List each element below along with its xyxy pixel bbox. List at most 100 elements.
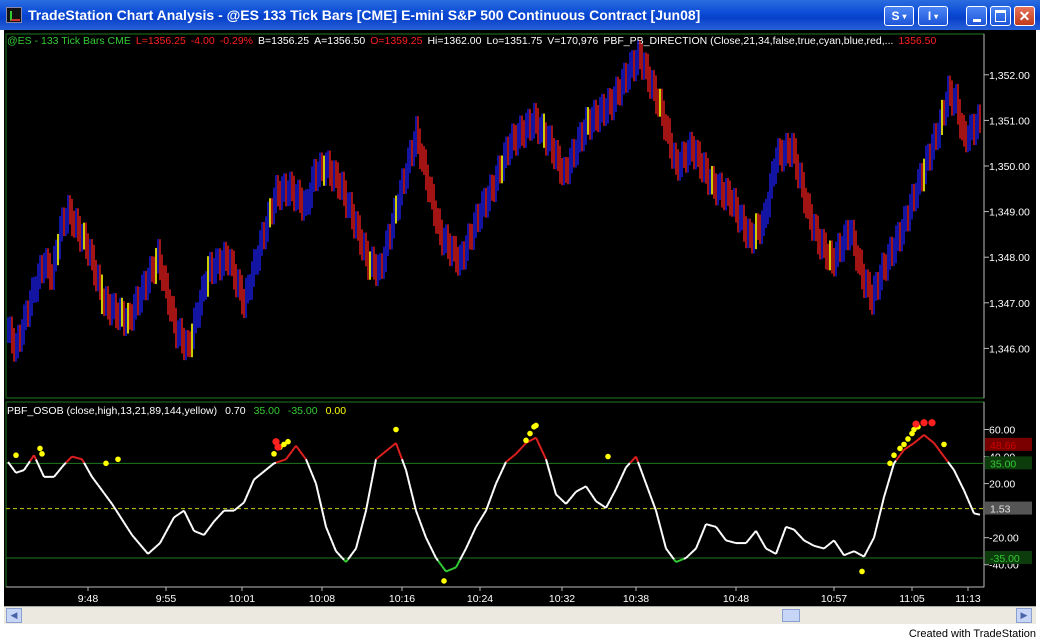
oscillator-segment <box>907 444 911 448</box>
title-bar[interactable]: TradeStation Chart Analysis - @ES 133 Ti… <box>0 0 1040 30</box>
oscillator-segment <box>881 496 885 506</box>
signal-dot <box>271 451 277 457</box>
oscillator-segment <box>667 550 671 555</box>
oscillator-segment <box>29 457 33 462</box>
oscillator-segment <box>453 566 457 570</box>
oscillator-segment <box>843 553 847 557</box>
horizontal-scrollbar[interactable]: ◀ ▶ <box>4 606 1036 624</box>
oscillator-segment <box>495 478 499 485</box>
chart-canvas[interactable]: @ES - 133 Tick Bars CME L=1356.25 -4.00 -0.… <box>4 30 1036 606</box>
insert-menu-button[interactable]: I ▾ <box>918 6 948 26</box>
header-field: A=1356.50 <box>314 35 365 47</box>
price-tick-label: 1,349.00 <box>989 207 1030 219</box>
oscillator-segment <box>85 465 89 471</box>
oscillator-segment <box>865 548 869 554</box>
signal-dot <box>928 419 936 427</box>
oscillator-segment <box>415 510 419 517</box>
oscillator-segment <box>595 500 599 504</box>
oscillator-segment <box>9 464 13 468</box>
oscillator-segment <box>763 544 767 549</box>
scroll-thumb[interactable] <box>782 609 800 622</box>
oscillator-segment <box>903 447 907 451</box>
oscillator-segment <box>691 549 695 554</box>
oscillator-segment <box>237 504 241 509</box>
oscillator-segment <box>517 448 521 453</box>
oscillator-segment <box>895 457 899 462</box>
oscillator-segment <box>99 487 103 491</box>
oscillator-segment <box>165 527 169 533</box>
oscillator-segment <box>863 552 867 558</box>
dropdown-arrow-icon: ▾ <box>902 11 907 21</box>
oscillator-segment <box>267 465 271 469</box>
oscillator-segment <box>153 545 157 550</box>
oscillator-segment <box>713 525 717 528</box>
oscillator-segment <box>719 531 723 536</box>
oscillator-segment <box>657 517 661 527</box>
oscillator-segment <box>757 533 761 539</box>
oscillator-segment <box>437 560 441 564</box>
oscillator-segment <box>363 510 367 519</box>
time-tick-label: 11:05 <box>899 593 925 605</box>
signal-dot <box>533 422 539 429</box>
oscillator-segment <box>625 464 629 469</box>
oscillator-segment <box>751 532 755 537</box>
oscillator-segment <box>329 536 333 542</box>
oscillator-segment <box>697 538 701 545</box>
signal-dot <box>441 578 447 584</box>
oscillator-segment <box>601 504 605 508</box>
signal-dot <box>605 453 611 460</box>
oscillator-segment <box>197 531 201 535</box>
oscillator-segment <box>761 540 765 546</box>
scroll-left-arrow[interactable]: ◀ <box>6 608 22 623</box>
minimize-button[interactable] <box>966 6 987 26</box>
oscillator-segment <box>55 471 59 476</box>
signal-dot <box>859 568 865 575</box>
maximize-button[interactable] <box>990 6 1011 26</box>
oscillator-segment <box>59 466 63 471</box>
oscillator-segment <box>325 526 329 533</box>
oscillator-segment <box>771 550 775 554</box>
oscillator-segment <box>587 488 591 493</box>
oscillator-segment <box>635 456 639 463</box>
time-tick-label: 9:55 <box>156 593 177 605</box>
chart-area[interactable]: @ES - 133 Tick Bars CME L=1356.25 -4.00 -0.… <box>4 30 1036 606</box>
oscillator-segment <box>291 447 295 452</box>
oscillator-segment <box>707 523 711 527</box>
oscillator-segment <box>303 455 307 460</box>
oscillator-segment <box>497 474 501 480</box>
oscillator-segment <box>729 540 733 543</box>
oscillator-segment <box>111 503 115 508</box>
header-field: Hi=1362.00 <box>427 35 481 47</box>
oscillator-segment <box>281 458 285 462</box>
style-menu-button[interactable]: S ▾ <box>884 6 914 26</box>
oscillator-segment <box>917 437 921 441</box>
insert-menu-label: I <box>927 9 932 23</box>
oscillator-segment <box>155 544 159 548</box>
oscillator-segment <box>471 530 475 536</box>
oscillator-segment <box>701 528 705 535</box>
signal-dot <box>523 437 529 444</box>
header-field: 1356.50 <box>898 35 936 47</box>
close-button[interactable]: ✕ <box>1014 6 1035 26</box>
oscillator-segment <box>541 450 545 456</box>
oscillator-segment <box>71 455 75 459</box>
oscillator-segment <box>869 540 873 546</box>
indicator-value-tags: 48.66 35.00 1.53 -35.00 <box>985 437 1032 565</box>
oscillator-segment <box>655 510 659 519</box>
oscillator-segment <box>935 445 939 450</box>
oscillator-segment <box>405 469 409 479</box>
oscillator-segment <box>407 477 411 487</box>
signal-dot <box>115 456 121 463</box>
oscillator-segment <box>87 469 91 474</box>
oscillator-segment <box>867 544 871 550</box>
oscillator-segment <box>467 539 471 545</box>
time-tick-label: 10:32 <box>549 593 575 605</box>
oscillator-segment <box>787 526 791 530</box>
oscillator-segment <box>661 533 665 542</box>
oscillator-segment <box>491 488 495 495</box>
oscillator-segment <box>443 568 447 573</box>
oscillator-segment <box>715 526 719 531</box>
oscillator-segment <box>365 500 369 511</box>
oscillator-segment <box>95 481 99 486</box>
scroll-right-arrow[interactable]: ▶ <box>1016 608 1032 623</box>
